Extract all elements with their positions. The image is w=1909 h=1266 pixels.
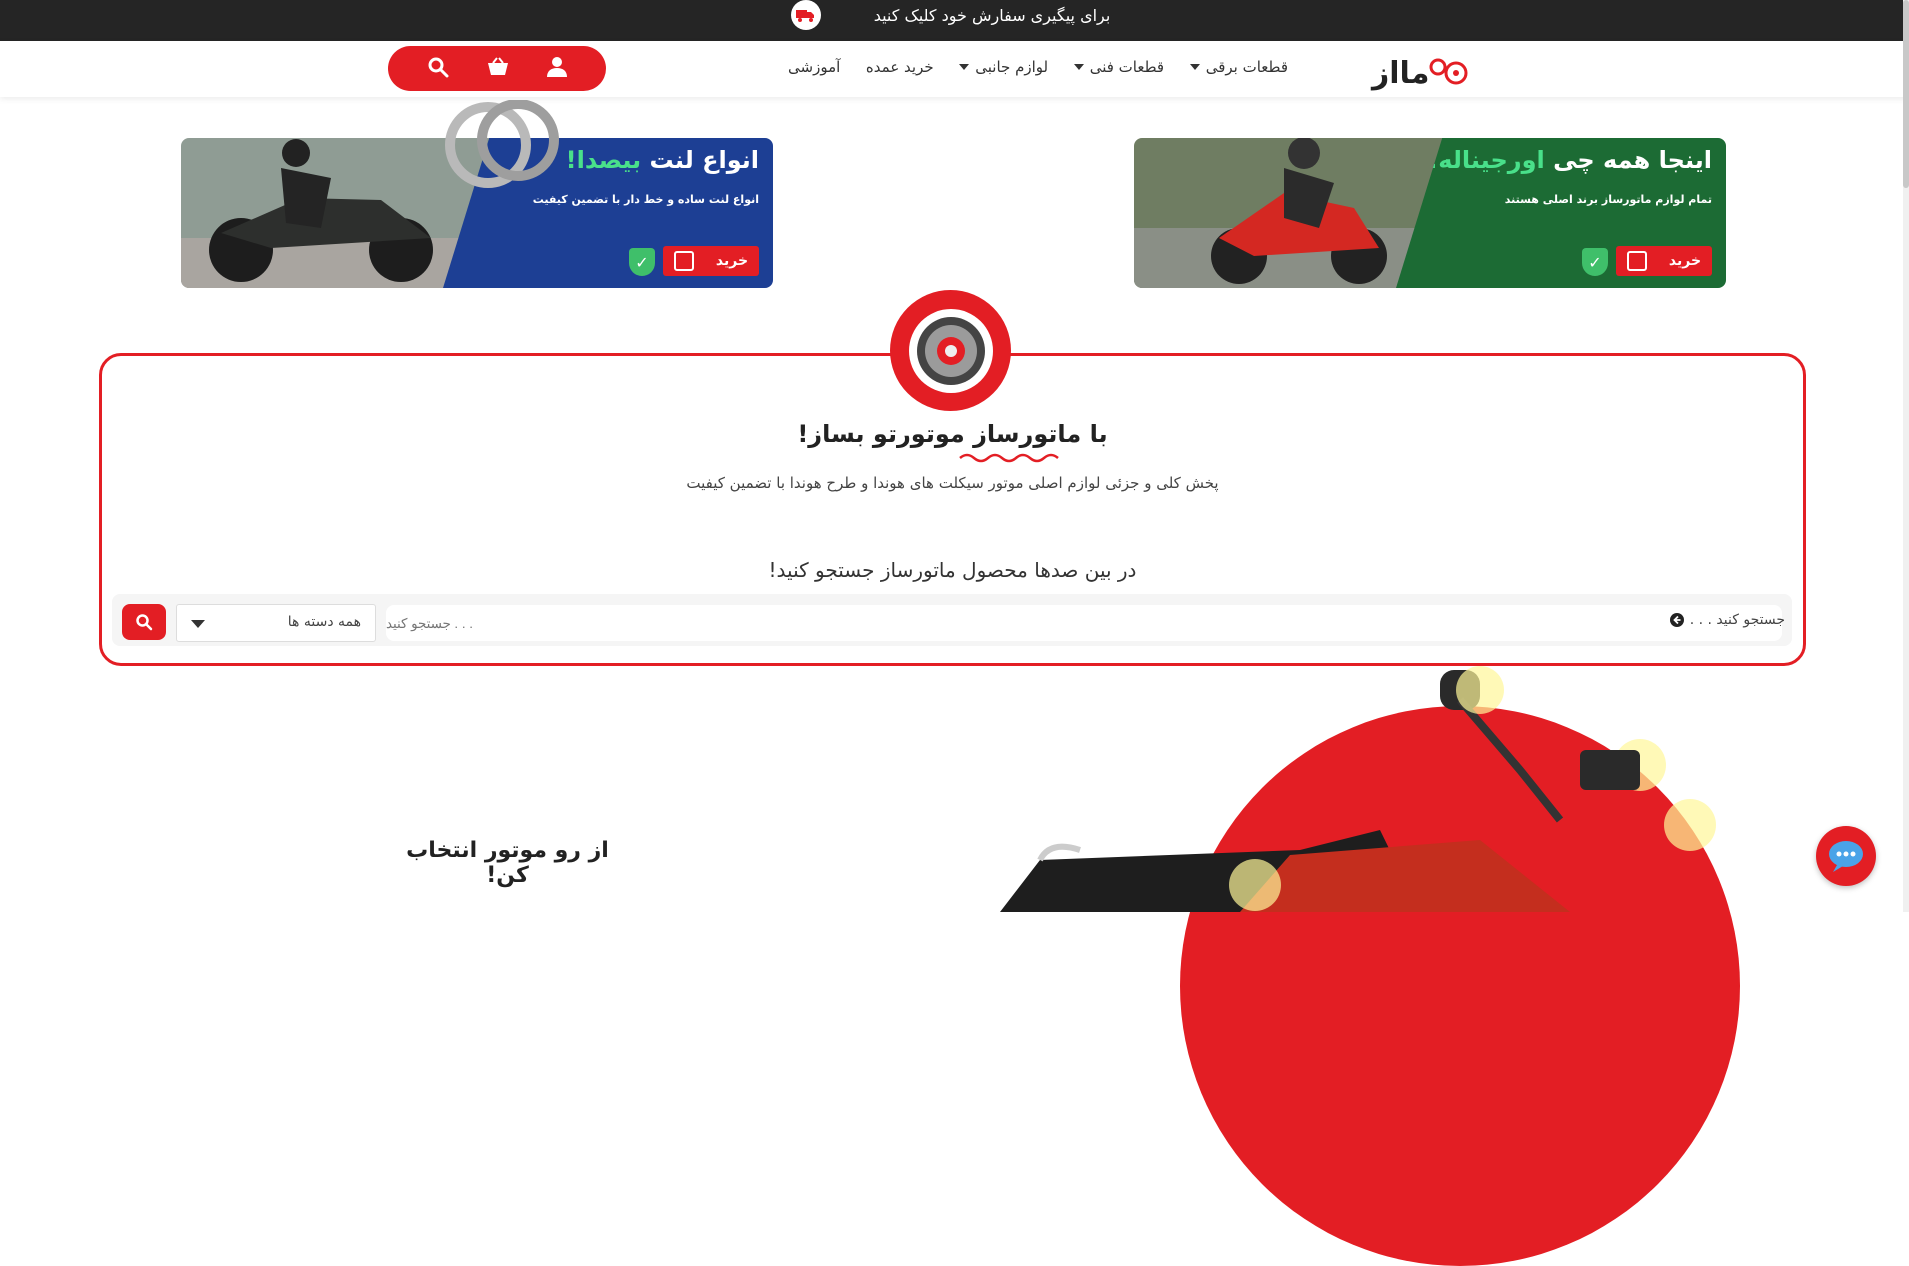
hero-heading: با ماتورساز موتورتو بساز! xyxy=(700,420,1205,448)
banner-title: انواع لنت بیصدا! xyxy=(566,146,759,174)
site-logo[interactable]: مااز xyxy=(1370,47,1468,93)
banner-original-parts[interactable]: اینجا همه چی اورجیناله! تمام لوازم ماتور… xyxy=(1134,138,1726,288)
arrow-left-circle-icon xyxy=(1669,613,1684,627)
nav-label: قطعات برقی xyxy=(1205,58,1288,76)
svg-text:مااز: مااز xyxy=(1370,56,1429,91)
chat-icon xyxy=(1829,841,1863,872)
buy-button[interactable]: خرید xyxy=(663,246,759,276)
nav-label: قطعات فنی xyxy=(1089,58,1165,76)
nav-label: لوازم جانبی xyxy=(975,58,1049,76)
truck-icon xyxy=(791,0,821,30)
banner-title-highlight: اورجیناله! xyxy=(1427,146,1545,174)
top-announcement-bar[interactable]: برای پیگیری سفارش خود کلیک کنید xyxy=(0,0,1909,41)
heading-brand: ماتورساز xyxy=(973,420,1082,448)
hero-subtitle: پخش کلی و جزئی لوازم اصلی موتور سیکلت ها… xyxy=(686,474,1219,492)
banner-subtitle: انواع لنت ساده و خط دار با تضمین کیفیت xyxy=(532,193,759,206)
category-select-value: همه دسته ها xyxy=(287,614,361,630)
buy-button[interactable]: خرید xyxy=(1616,246,1712,276)
search-icon[interactable] xyxy=(427,56,449,82)
nav-item-electrical[interactable]: قطعات برقی xyxy=(1189,58,1288,76)
banner-title-highlight: بیصدا! xyxy=(565,146,642,174)
order-tracking-link[interactable]: برای پیگیری سفارش خود کلیک کنید xyxy=(872,6,1112,26)
search-icon xyxy=(136,614,153,631)
nav-item-technical[interactable]: قطعات فنی xyxy=(1073,58,1165,76)
search-title: در بین صدها محصول ماتورساز جستجو کنید! xyxy=(768,558,1137,582)
page-scrollbar[interactable] xyxy=(1903,0,1909,912)
buy-label: خرید xyxy=(1668,253,1702,269)
chevron-down-icon xyxy=(1189,64,1200,70)
heading-accent: ماتورساز xyxy=(973,420,1081,448)
heading-part: موتورتو بساز! xyxy=(797,420,965,448)
banner-panel: اینجا همه چی اورجیناله! تمام لوازم ماتور… xyxy=(1396,138,1726,288)
shopping-bag-icon xyxy=(1626,251,1647,271)
header-actions xyxy=(388,46,606,91)
search-placeholder-text: جستجو کنید . . . xyxy=(1689,612,1785,628)
wheel-icon xyxy=(890,290,1011,411)
chevron-down-icon xyxy=(959,64,970,70)
category-select[interactable]: همه دسته ها xyxy=(176,604,376,642)
banner-subtitle: تمام لوازم ماتورساز برند اصلی هستند xyxy=(1504,193,1712,206)
chat-button[interactable] xyxy=(1816,826,1876,886)
nav-item-educational[interactable]: آموزشی xyxy=(788,58,840,76)
basket-icon[interactable] xyxy=(487,56,509,81)
search-placeholder: جستجو کنید . . . xyxy=(1669,612,1785,628)
search-input[interactable] xyxy=(386,605,1782,641)
nav-item-accessories[interactable]: لوازم جانبی xyxy=(959,58,1048,76)
banner-title: اینجا همه چی اورجیناله! xyxy=(1427,146,1712,174)
shopping-bag-icon xyxy=(673,251,694,271)
shield-check-icon: ✓ xyxy=(629,248,655,276)
motorcycle-image xyxy=(1000,666,1716,912)
user-icon[interactable] xyxy=(547,56,567,82)
heading-part: با xyxy=(1089,420,1108,448)
squiggle-underline xyxy=(959,453,1059,463)
buy-label: خرید xyxy=(715,253,749,269)
scrollbar-thumb[interactable] xyxy=(1903,0,1909,188)
brake-shoe-image xyxy=(445,100,559,188)
shield-check-icon: ✓ xyxy=(1582,248,1608,276)
banner-title-text: انواع لنت xyxy=(649,146,759,174)
motorcycle-selector-title: از رو موتور انتخاب کن! xyxy=(406,838,609,888)
nav-label: خرید عمده xyxy=(865,58,934,76)
banner-title-text: اینجا همه چی xyxy=(1553,146,1712,174)
chevron-down-icon xyxy=(1073,64,1084,70)
main-navigation: قطعات برقی قطعات فنی لوازم جانبی خرید عم… xyxy=(788,52,1288,82)
chevron-down-icon xyxy=(191,620,205,628)
nav-label: آموزشی xyxy=(788,58,841,76)
search-button[interactable] xyxy=(122,604,166,640)
nav-item-wholesale[interactable]: خرید عمده xyxy=(866,58,934,76)
